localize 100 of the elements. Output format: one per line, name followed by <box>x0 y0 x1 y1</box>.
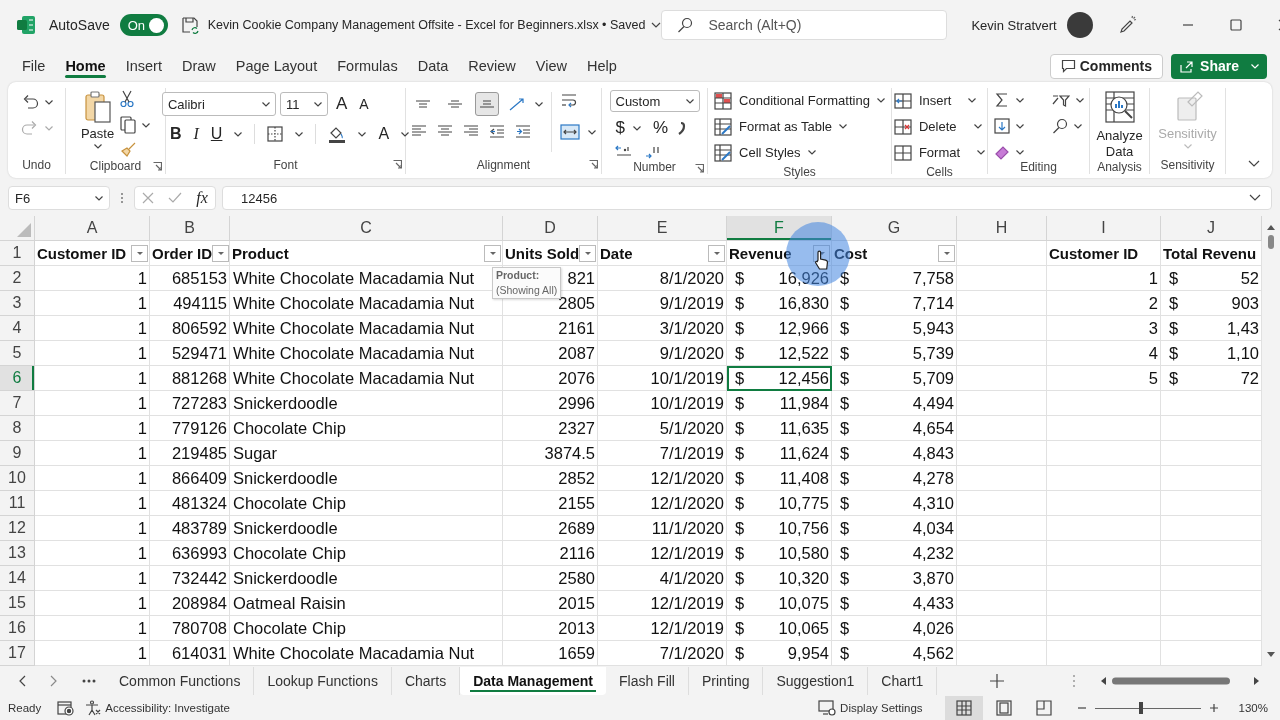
caret-icon[interactable] <box>1015 97 1024 103</box>
caret-icon[interactable] <box>839 124 848 129</box>
row-header[interactable]: 11 <box>0 491 35 516</box>
sheet-tab[interactable]: Printing <box>689 667 764 695</box>
row-header[interactable]: 8 <box>0 416 35 441</box>
italic-button[interactable]: I <box>193 125 199 143</box>
align-center-icon[interactable] <box>437 124 453 138</box>
row-header[interactable]: 10 <box>0 466 35 491</box>
fill-color-icon[interactable] <box>328 125 347 143</box>
column-header[interactable]: J <box>1161 216 1262 241</box>
row-header[interactable]: 5 <box>0 341 35 366</box>
collapse-ribbon-icon[interactable] <box>1248 160 1260 168</box>
row-header[interactable]: 16 <box>0 616 35 641</box>
eraser-icon[interactable] <box>993 144 1010 160</box>
shrink-font-button[interactable]: A <box>359 96 369 112</box>
sheet-tab[interactable]: Flash Fill <box>605 667 689 695</box>
menu-tab[interactable]: Data <box>407 52 459 80</box>
merge-center-icon[interactable] <box>560 124 580 140</box>
sheet-tab[interactable]: Data Management <box>460 667 606 695</box>
percent-button[interactable]: % <box>652 118 669 138</box>
caret-icon[interactable] <box>358 131 367 137</box>
expand-icon[interactable] <box>1249 194 1261 202</box>
wrap-text-icon[interactable] <box>560 92 578 110</box>
zoom-slider[interactable] <box>1094 701 1201 715</box>
row-header[interactable]: 17 <box>0 641 35 666</box>
horizontal-scrollbar[interactable] <box>1100 674 1260 688</box>
autosave-toggle[interactable]: On <box>119 14 168 36</box>
caret-icon[interactable] <box>807 150 816 155</box>
row-header[interactable]: 15 <box>0 591 35 616</box>
caret-icon[interactable] <box>973 124 982 129</box>
row-header[interactable]: 3 <box>0 291 35 316</box>
slider-thumb[interactable] <box>1139 702 1144 714</box>
next-sheet-icon[interactable] <box>50 675 58 687</box>
scissors-icon[interactable] <box>120 90 135 108</box>
caret-icon[interactable] <box>977 150 986 155</box>
menu-tab[interactable]: Formulas <box>327 52 408 80</box>
row-header[interactable]: 2 <box>0 266 35 291</box>
font-name-field[interactable]: Calibri <box>161 92 276 116</box>
caret-icon[interactable] <box>261 101 270 107</box>
caret-icon[interactable] <box>95 195 103 201</box>
text-orientation-icon[interactable] <box>507 96 527 112</box>
insert-function-button[interactable]: fx <box>196 189 208 207</box>
previous-sheet-icon[interactable] <box>18 675 26 687</box>
caret-icon[interactable] <box>1075 97 1084 103</box>
column-header[interactable]: C <box>230 216 503 241</box>
row-header[interactable]: 7 <box>0 391 35 416</box>
fill-down-icon[interactable] <box>993 118 1010 134</box>
menu-tab[interactable]: Help <box>577 52 627 80</box>
menu-tab[interactable]: Insert <box>115 52 172 80</box>
caret-icon[interactable] <box>685 98 694 104</box>
autosum-icon[interactable] <box>993 92 1010 108</box>
row-header[interactable]: 14 <box>0 566 35 591</box>
formula-field[interactable]: 12456 <box>222 186 1272 210</box>
column-header[interactable]: F <box>727 216 832 241</box>
underline-button[interactable]: U <box>210 125 223 143</box>
menu-tab[interactable]: Page Layout <box>225 52 328 80</box>
macro-record-icon[interactable] <box>57 700 76 716</box>
menu-tab[interactable]: Home <box>55 52 116 80</box>
add-sheet-icon[interactable] <box>990 674 1005 688</box>
number-format-field[interactable]: Custom <box>609 90 700 112</box>
caret-icon[interactable] <box>295 131 304 137</box>
column-header[interactable]: B <box>150 216 230 241</box>
menu-tab[interactable]: File <box>12 52 56 80</box>
caret-icon[interactable] <box>93 143 102 149</box>
share-button[interactable]: Share <box>1171 53 1267 79</box>
row-header[interactable]: 1 <box>0 241 35 266</box>
dialog-launcher-icon[interactable] <box>589 160 598 169</box>
caret-icon[interactable] <box>44 99 53 105</box>
caret-icon[interactable] <box>876 98 885 103</box>
cells-menu-button[interactable]: Delete <box>893 114 982 139</box>
caret-icon[interactable] <box>313 101 322 107</box>
row-header[interactable]: 13 <box>0 541 35 566</box>
font-size-field[interactable]: 11 <box>279 92 328 116</box>
sort-filter-icon[interactable] <box>1051 92 1070 108</box>
display-settings-button[interactable]: Display Settings <box>818 700 923 716</box>
caret-icon[interactable] <box>142 122 151 128</box>
sheet-tab[interactable]: Suggestion1 <box>763 667 869 695</box>
save-icon[interactable] <box>179 15 200 35</box>
paste-button[interactable]: Paste <box>80 90 115 158</box>
maximize-icon[interactable] <box>1229 19 1242 31</box>
styles-menu-button[interactable]: Format as Table <box>714 114 848 139</box>
view-button[interactable] <box>944 696 983 720</box>
column-header[interactable]: D <box>503 216 598 241</box>
more-options-icon[interactable] <box>120 191 124 205</box>
caret-icon[interactable] <box>968 98 977 103</box>
currency-button[interactable]: $ <box>615 118 625 138</box>
caret-icon[interactable] <box>1015 149 1024 155</box>
increase-indent-icon[interactable] <box>515 124 531 138</box>
caret-icon[interactable] <box>1073 123 1082 129</box>
name-box[interactable]: F6 <box>8 186 110 210</box>
caret-icon[interactable] <box>401 131 410 137</box>
sheet-tab[interactable]: Chart1 <box>868 667 938 695</box>
styles-menu-button[interactable]: Cell Styles <box>714 140 816 165</box>
cells-menu-button[interactable]: Insert <box>893 88 977 113</box>
dialog-launcher-icon[interactable] <box>153 162 162 171</box>
zoom-percent[interactable]: 130% <box>1238 702 1268 714</box>
styles-menu-button[interactable]: Conditional Formatting <box>714 88 885 113</box>
sheet-tab[interactable]: Lookup Functions <box>254 667 392 695</box>
column-header[interactable]: I <box>1047 216 1161 241</box>
cells-menu-button[interactable]: Format <box>893 140 986 165</box>
